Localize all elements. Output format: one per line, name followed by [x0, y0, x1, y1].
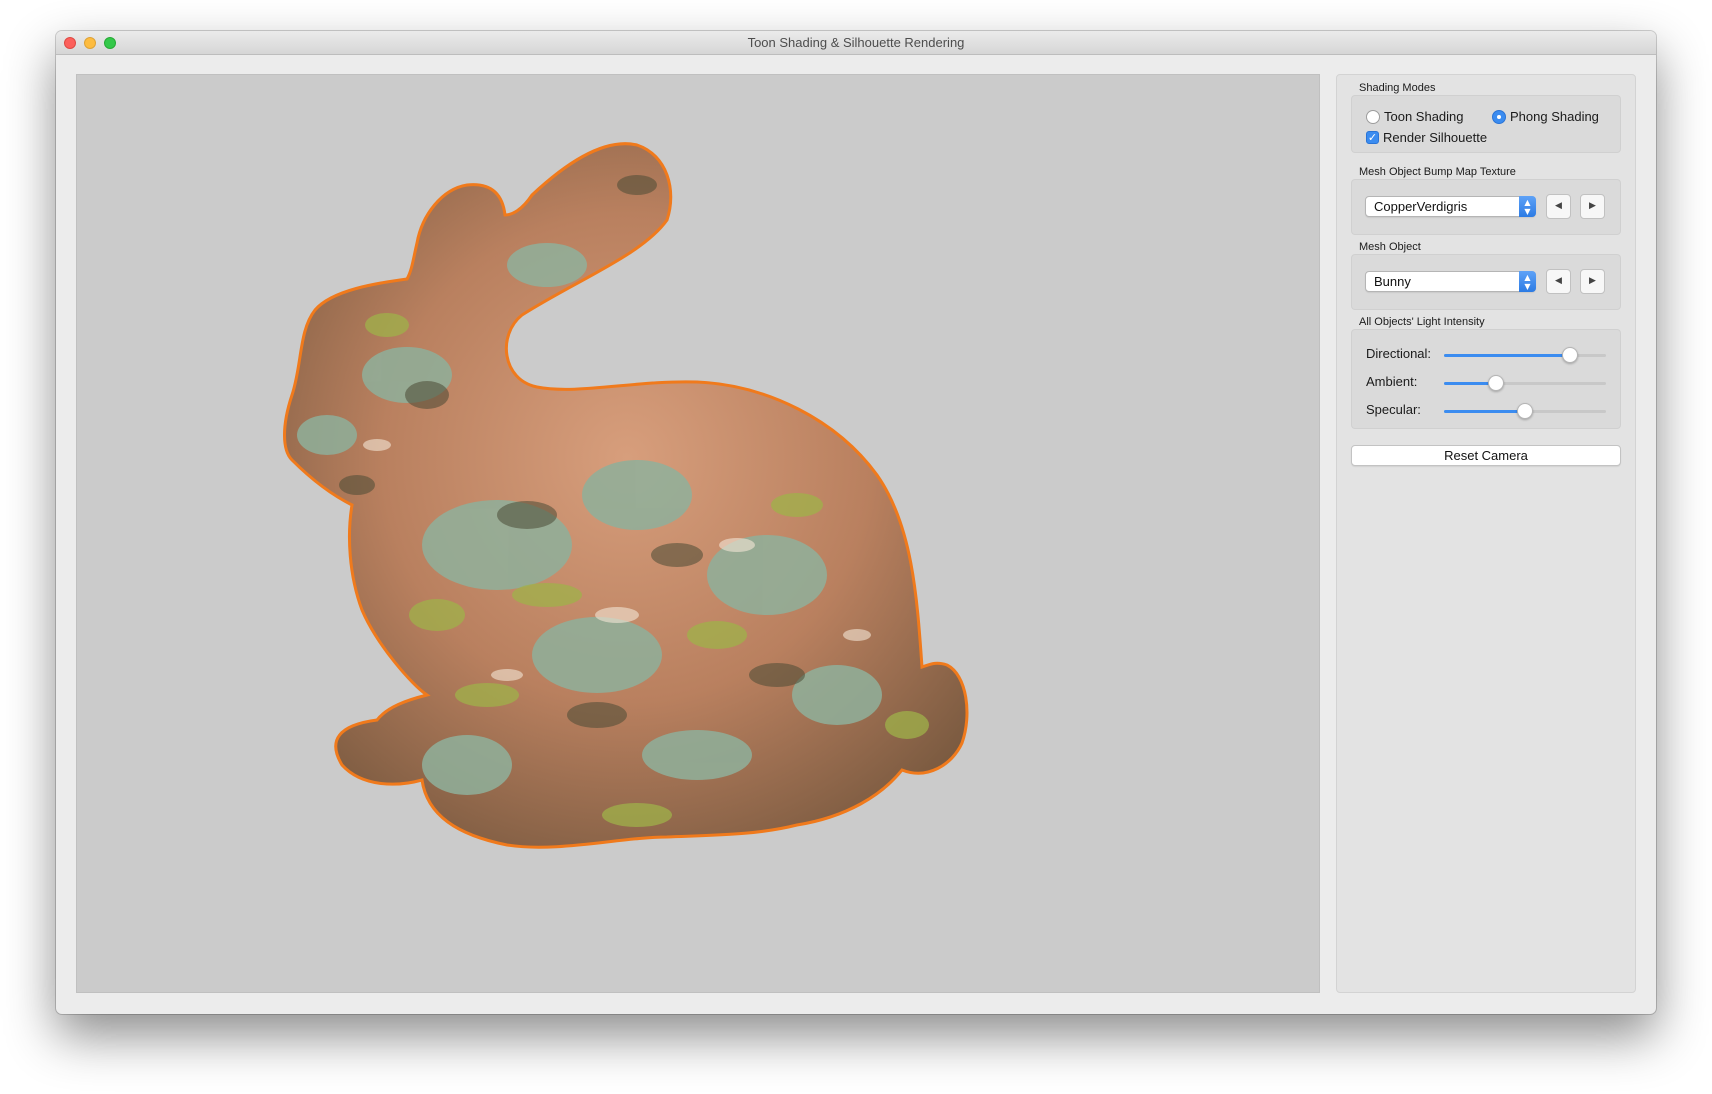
directional-slider[interactable] [1444, 347, 1606, 363]
texture-prev-button[interactable]: ◀ [1546, 194, 1571, 219]
window-title: Toon Shading & Silhouette Rendering [747, 35, 965, 50]
specular-slider[interactable] [1444, 403, 1606, 419]
phong-shading-radio[interactable] [1492, 110, 1506, 124]
mesh-group: Bunny ▲ ▼ ◀ ▶ [1351, 254, 1621, 310]
light-intensity-group: Directional: Ambient: Specular: [1351, 329, 1621, 429]
texture-select[interactable]: CopperVerdigris ▲ ▼ [1365, 196, 1536, 217]
render-viewport[interactable] [76, 74, 1320, 993]
updown-chevron-icon: ▲ ▼ [1519, 271, 1536, 292]
ambient-slider[interactable] [1444, 375, 1606, 391]
texture-next-button[interactable]: ▶ [1580, 194, 1605, 219]
specular-slider-fill [1444, 410, 1525, 413]
app-window: Toon Shading & Silhouette Rendering Shad… [56, 31, 1656, 1014]
directional-label: Directional: [1366, 346, 1432, 361]
mesh-prev-button[interactable]: ◀ [1546, 269, 1571, 294]
bunny-render [283, 142, 969, 849]
control-panel: Shading Modes Toon Shading Phong Shading… [1336, 74, 1636, 993]
render-silhouette-checkbox[interactable]: ✓ [1366, 131, 1379, 144]
ambient-slider-thumb[interactable] [1487, 375, 1504, 391]
texture-select-value: CopperVerdigris [1374, 199, 1468, 214]
shading-modes-label: Shading Modes [1359, 82, 1436, 94]
reset-camera-button[interactable]: Reset Camera [1351, 445, 1621, 466]
ambient-label: Ambient: [1366, 374, 1418, 389]
mesh-select[interactable]: Bunny ▲ ▼ [1365, 271, 1536, 292]
mesh-select-value: Bunny [1374, 274, 1411, 289]
toon-shading-radio[interactable] [1366, 110, 1380, 124]
triangle-left-icon: ◀ [1555, 276, 1562, 286]
specular-label: Specular: [1366, 402, 1421, 417]
triangle-right-icon: ▶ [1589, 201, 1596, 211]
triangle-right-icon: ▶ [1589, 276, 1596, 286]
light-section-label: All Objects' Light Intensity [1359, 316, 1485, 328]
updown-chevron-icon: ▲ ▼ [1519, 196, 1536, 217]
specular-slider-thumb[interactable] [1517, 403, 1533, 419]
texture-section-label: Mesh Object Bump Map Texture [1359, 166, 1516, 178]
title-bar[interactable]: Toon Shading & Silhouette Rendering [56, 31, 1656, 55]
mesh-section-label: Mesh Object [1359, 241, 1421, 253]
directional-slider-thumb[interactable] [1562, 347, 1579, 363]
mesh-next-button[interactable]: ▶ [1580, 269, 1605, 294]
render-silhouette-label[interactable]: Render Silhouette [1383, 130, 1487, 145]
texture-group: CopperVerdigris ▲ ▼ ◀ ▶ [1351, 179, 1621, 235]
triangle-left-icon: ◀ [1555, 201, 1562, 211]
toon-shading-label[interactable]: Toon Shading [1384, 109, 1464, 124]
directional-slider-fill [1444, 354, 1571, 357]
shading-modes-group: Toon Shading Phong Shading ✓ Render Silh… [1351, 95, 1621, 153]
phong-shading-label[interactable]: Phong Shading [1510, 109, 1599, 124]
